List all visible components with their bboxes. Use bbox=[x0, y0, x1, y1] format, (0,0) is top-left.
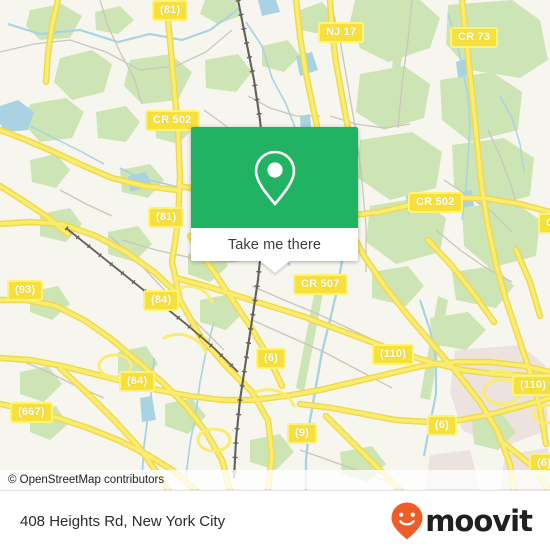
road-shield: (6) bbox=[256, 348, 287, 369]
road-shield: (81) bbox=[148, 207, 185, 228]
popup-header bbox=[191, 127, 358, 228]
road-shield: NJ 17 bbox=[318, 22, 365, 43]
road-shield: (6) bbox=[427, 415, 458, 436]
moovit-logo[interactable]: moovit bbox=[390, 501, 550, 541]
moovit-smiley-pin-icon bbox=[391, 502, 423, 540]
road-shield: (81) bbox=[152, 0, 189, 21]
road-shield: (110) bbox=[512, 375, 550, 396]
road-shield: (9) bbox=[287, 423, 318, 444]
road-shield: CR 502 bbox=[408, 192, 463, 213]
map-attribution-bar: © OpenStreetMap contributors bbox=[0, 470, 550, 489]
road-shield: (110) bbox=[372, 344, 415, 365]
map-screen: (81)NJ 17CR 73CR 502CR 502C(81)(93)(84)C… bbox=[0, 0, 550, 550]
road-shield: CR 507 bbox=[293, 274, 348, 295]
road-shield: CR 73 bbox=[450, 27, 499, 48]
moovit-wordmark: moovit bbox=[425, 503, 533, 538]
place-popup-card[interactable]: Take me there bbox=[191, 127, 358, 273]
road-shield: (84) bbox=[119, 371, 156, 392]
openstreetmap-attribution[interactable]: © OpenStreetMap contributors bbox=[0, 474, 164, 486]
road-shield: (667) bbox=[10, 402, 53, 423]
location-pin-icon bbox=[254, 150, 295, 206]
take-me-there-button[interactable]: Take me there bbox=[228, 237, 321, 253]
road-shield: C bbox=[538, 213, 550, 234]
footer-bar: 408 Heights Rd, New York City moovit bbox=[0, 490, 550, 550]
road-shield: (84) bbox=[143, 290, 180, 311]
address-label: 408 Heights Rd, New York City bbox=[20, 512, 226, 530]
road-shield: (93) bbox=[7, 280, 44, 301]
popup-footer[interactable]: Take me there bbox=[191, 228, 358, 273]
popup-pointer-tail bbox=[258, 260, 291, 273]
